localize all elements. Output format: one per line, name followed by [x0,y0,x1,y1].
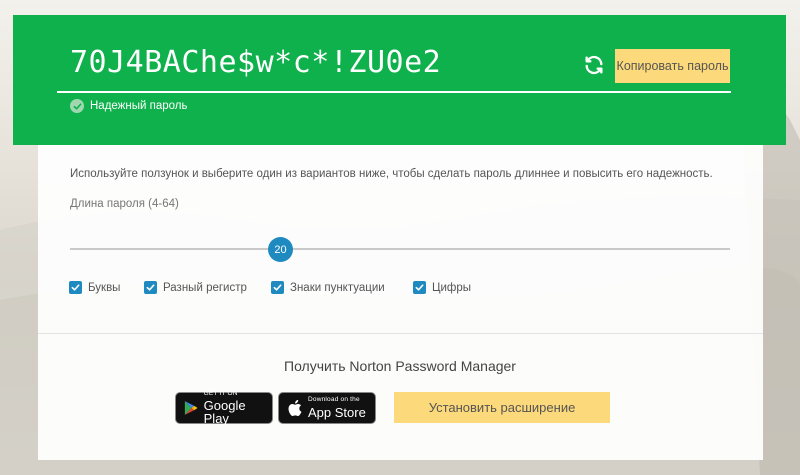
install-extension-button[interactable]: Установить расширение [394,392,610,423]
google-play-small: GET IT ON [203,389,238,397]
option-mixed-case-label: Разный регистр [163,281,247,294]
length-slider-handle[interactable]: 20 [268,237,293,262]
app-store-small: Download on the [308,396,360,404]
checkbox-checked-icon[interactable] [413,281,426,294]
apple-icon [288,399,302,416]
length-label: Длина пароля (4-64) [70,198,179,210]
app-store-text: Download on the App Store [308,397,366,419]
option-digits[interactable]: Цифры [413,281,471,294]
option-letters-label: Буквы [88,281,121,294]
app-store-big: App Store [308,404,366,420]
length-slider-track[interactable] [70,248,730,250]
option-punctuation-label: Знаки пунктуации [290,281,385,294]
google-play-text: GET IT ON Google Play [203,389,264,427]
checkbox-checked-icon[interactable] [271,281,284,294]
instructions-text: Используйте ползунок и выберите один из … [70,168,713,180]
checkbox-checked-icon[interactable] [69,281,82,294]
option-digits-label: Цифры [432,281,472,294]
check-circle-icon [70,99,84,113]
generated-password[interactable]: 70J4BAChe$w*c*!ZU0e2 [70,45,441,80]
strength-indicator: Надежный пароль [70,99,187,113]
copy-password-button[interactable]: Копировать пароль [615,49,730,83]
refresh-icon[interactable] [583,54,605,76]
promo-title: Получить Norton Password Manager [284,358,516,374]
google-play-icon [184,401,198,415]
checkbox-checked-icon[interactable] [144,281,157,294]
google-play-big: Google Play [203,398,246,427]
option-punctuation[interactable]: Знаки пунктуации [271,281,385,294]
app-store-badge[interactable]: Download on the App Store [278,392,376,424]
strength-label: Надежный пароль [90,100,188,112]
option-mixed-case[interactable]: Разный регистр [144,281,247,294]
password-underline [57,91,731,93]
section-divider [38,333,763,334]
option-letters[interactable]: Буквы [69,281,120,294]
google-play-badge[interactable]: GET IT ON Google Play [175,389,273,427]
